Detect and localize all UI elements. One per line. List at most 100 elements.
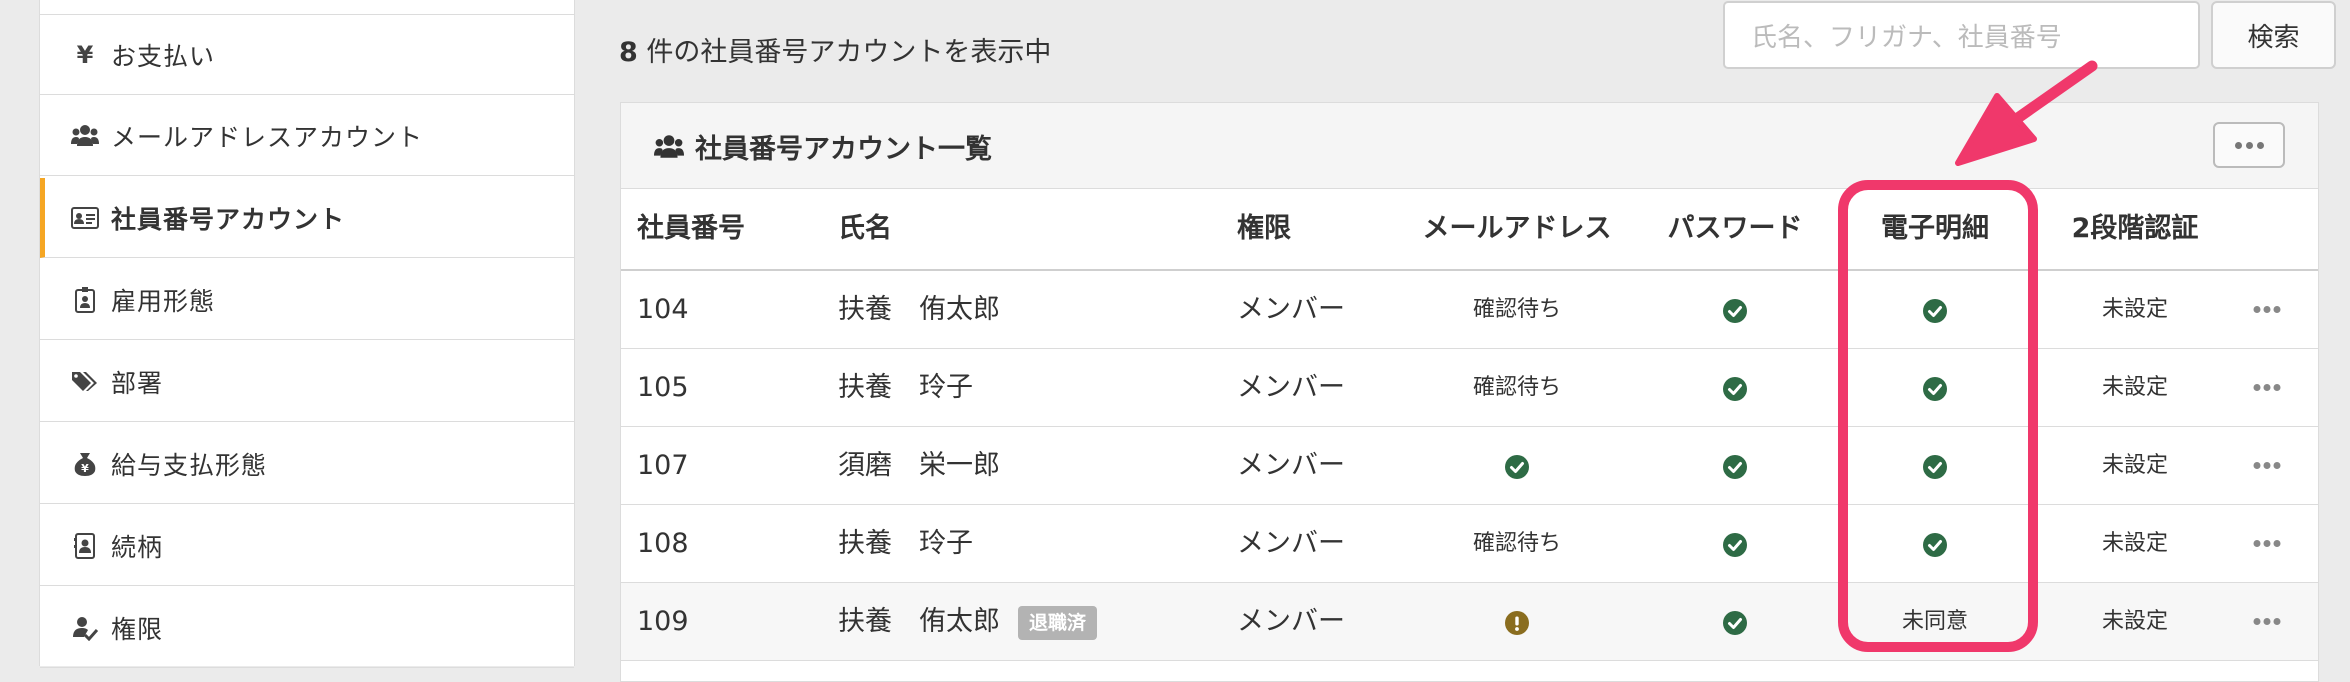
ellipsis-dot [2253,540,2261,547]
users-icon [71,122,99,150]
money-bag-icon: ¥ [71,450,99,478]
sidebar-item-label: メールアドレスアカウント [111,122,424,152]
cell-two-factor: 未設定 [2101,453,2169,478]
cell-role: メンバー [1237,528,1345,559]
cell-email [1505,583,1529,660]
panel-title-text: 社員番号アカウント一覧 [695,134,992,165]
cell-email: 確認待ち [1472,531,1562,556]
employee-accounts-panel: 社員番号アカウント一覧 社員番号 氏名 権限 メールアドレス パスワード 電子明… [620,102,2319,682]
sidebar-item-label: 雇用形態 [111,286,216,316]
cell-name-text: 扶養 玲子 [838,372,973,403]
cell-email: 確認待ち [1472,375,1562,400]
result-count: 8 件の社員番号アカウントを表示中 [619,30,1051,69]
sidebar-item-label: お支払い [111,41,216,71]
ellipsis-dot [2234,141,2242,149]
check-circle-icon [1505,454,1529,479]
tags-icon [71,368,99,396]
ellipsis-dot [2273,540,2281,547]
sidebar-item-employment-type[interactable]: 雇用形態 [40,260,574,340]
ellipsis-dot [2263,462,2271,469]
cell-employee-id: 109 [637,606,689,637]
column-header-password[interactable]: パスワード [1668,189,1803,269]
sidebar-item-label: 給与支払形態 [111,450,268,480]
sidebar-item-label: 部署 [111,368,164,398]
check-circle-icon [1723,532,1747,557]
table-row[interactable]: 107 須磨 栄一郎 メンバー 未設定 [621,427,2318,505]
user-check-icon [71,614,99,642]
svg-text:¥: ¥ [81,462,89,475]
column-header-role[interactable]: 権限 [1237,189,1291,269]
yen-icon: ¥ [76,40,94,69]
row-more-button[interactable] [2253,306,2281,313]
exclamation-circle-icon [1505,610,1529,635]
sidebar-item-relationship[interactable]: 続柄 [40,506,574,586]
cell-name-text: 扶養 侑太郎 [838,294,1000,325]
check-circle-icon [1723,298,1747,323]
ellipsis-dot [2273,462,2281,469]
sidebar-item-payment[interactable]: ¥ お支払い [40,15,574,95]
row-more-button[interactable] [2253,462,2281,469]
cell-role: メンバー [1237,450,1345,481]
cell-role: メンバー [1237,372,1345,403]
ellipsis-dot [2253,618,2261,625]
cell-name: 扶養 玲子 [838,505,973,582]
row-more-button[interactable] [2253,540,2281,547]
panel-more-button[interactable] [2213,122,2285,168]
check-circle-icon [1723,610,1747,635]
panel-title: 社員番号アカウント一覧 [654,127,992,166]
sidebar-item-hidden-top[interactable] [40,0,574,15]
ellipsis-dot [2263,618,2271,625]
row-more-button[interactable] [2253,618,2281,625]
cell-role: メンバー [1237,294,1345,325]
column-header-email[interactable]: メールアドレス [1423,189,1612,269]
column-header-employee-id[interactable]: 社員番号 [637,189,745,269]
cell-email: 確認待ち [1472,297,1562,322]
table-row[interactable]: 109 扶養 侑太郎 退職済 メンバー 未同意 未設定 [621,583,2318,661]
sidebar-item-pay-type[interactable]: ¥ 給与支払形態 [40,424,574,504]
cell-password [1723,427,1747,504]
sidebar-item-label: 社員番号アカウント [111,204,346,234]
cell-two-factor: 未設定 [2101,297,2169,322]
cell-name: 扶養 侑太郎 退職済 [838,583,1098,660]
table-row[interactable]: 108 扶養 玲子 メンバー 確認待ち 未設定 [621,505,2318,583]
cell-name: 須磨 栄一郎 [838,427,1000,504]
cell-employee-id: 108 [637,528,689,559]
ellipsis-dot [2263,384,2271,391]
sidebar-item-permissions[interactable]: 権限 [40,588,574,668]
result-count-number: 8 [619,37,638,68]
cell-password [1723,349,1747,426]
table-row[interactable]: 105 扶養 玲子 メンバー 確認待ち 未設定 [621,349,2318,427]
retired-badge: 退職済 [1018,605,1098,640]
panel-header: 社員番号アカウント一覧 [621,103,2318,189]
cell-role: メンバー [1237,606,1345,637]
check-circle-icon [1723,376,1747,401]
sidebar-item-employee-accounts[interactable]: 社員番号アカウント [40,178,574,258]
table-header: 社員番号 氏名 権限 メールアドレス パスワード 電子明細 2段階認証 [621,189,2318,271]
sidebar-item-email-accounts[interactable]: メールアドレスアカウント [40,96,574,176]
cell-name: 扶養 侑太郎 [838,271,1000,348]
check-circle-icon [1723,454,1747,479]
cell-name: 扶養 玲子 [838,349,973,426]
result-count-text: 件の社員番号アカウントを表示中 [637,37,1052,68]
cell-employee-id: 107 [637,450,689,481]
ellipsis-dot [2245,141,2253,149]
cell-password [1723,505,1747,582]
cell-name-text: 須磨 栄一郎 [838,450,1000,481]
sidebar-item-label: 続柄 [111,532,164,562]
sidebar-item-department[interactable]: 部署 [40,342,574,422]
column-header-name[interactable]: 氏名 [838,189,892,269]
cell-name-text: 扶養 玲子 [838,528,973,559]
search-placeholder: 氏名、フリガナ、社員番号 [1751,22,2062,53]
table-row[interactable]: 104 扶養 侑太郎 メンバー 確認待ち 未設定 [621,271,2318,349]
row-more-button[interactable] [2253,384,2281,391]
cell-two-factor: 未設定 [2101,375,2169,400]
column-header-two-factor[interactable]: 2段階認証 [2072,189,2199,269]
search-input[interactable]: 氏名、フリガナ、社員番号 [1723,1,2200,69]
search-button[interactable]: 検索 [2211,1,2336,69]
id-card-icon [71,204,99,232]
highlight-box [1838,180,2038,652]
sidebar: ¥ お支払い メールアドレスアカウント 社員番号アカウント 雇用形態 部署 ¥ … [39,0,575,668]
badge-icon [71,286,99,314]
ellipsis-dot [2253,306,2261,313]
ellipsis-dot [2273,306,2281,313]
